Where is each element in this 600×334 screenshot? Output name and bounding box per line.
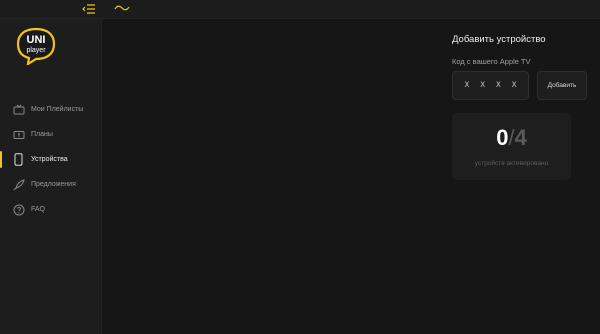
code-char: X bbox=[464, 81, 470, 90]
rocket-icon bbox=[12, 178, 25, 191]
sidebar-item-offers[interactable]: Предложения bbox=[0, 172, 102, 197]
logo-text-player: player bbox=[26, 47, 46, 54]
code-field-label: Код с вашего Apple TV bbox=[452, 57, 531, 66]
menu-collapse-icon[interactable] bbox=[82, 3, 96, 15]
devices-current: 0 bbox=[496, 125, 509, 150]
question-icon bbox=[12, 203, 25, 216]
code-char: X bbox=[511, 81, 517, 90]
ticket-icon bbox=[12, 128, 25, 141]
sidebar-item-faq[interactable]: FAQ bbox=[0, 197, 102, 222]
wave-icon[interactable] bbox=[114, 3, 130, 13]
phone-icon bbox=[12, 153, 25, 166]
page-title: Добавить устройство bbox=[452, 34, 546, 45]
device-code-input[interactable]: X X X X bbox=[452, 71, 529, 100]
top-bar bbox=[0, 0, 600, 19]
sidebar-item-plans[interactable]: Планы bbox=[0, 122, 102, 147]
devices-caption: устройств активировано bbox=[474, 160, 549, 167]
logo-text-uni: UNI bbox=[27, 34, 46, 46]
tv-icon bbox=[12, 103, 25, 116]
add-device-button[interactable]: Добавить bbox=[537, 71, 587, 100]
code-char: X bbox=[495, 81, 501, 90]
devices-counter-card: 0/4 устройств активировано bbox=[452, 113, 571, 180]
devices-max: 4 bbox=[514, 125, 527, 150]
sidebar-item-label: Устройства bbox=[31, 156, 68, 163]
sidebar: UNI player Мои Плейлисты Планы Устройств… bbox=[0, 19, 102, 334]
sidebar-item-playlists[interactable]: Мои Плейлисты bbox=[0, 97, 102, 122]
uniplayer-logo: UNI player bbox=[16, 27, 56, 65]
sidebar-item-label: Предложения bbox=[31, 181, 76, 188]
code-char: X bbox=[480, 81, 486, 90]
sidebar-item-label: Мои Плейлисты bbox=[31, 106, 84, 113]
sidebar-item-devices[interactable]: Устройства bbox=[0, 147, 102, 172]
sidebar-nav: Мои Плейлисты Планы Устройства Предложен… bbox=[0, 97, 102, 222]
sidebar-item-label: Планы bbox=[31, 131, 53, 138]
sidebar-item-label: FAQ bbox=[31, 206, 46, 213]
devices-count: 0/4 bbox=[452, 127, 571, 149]
